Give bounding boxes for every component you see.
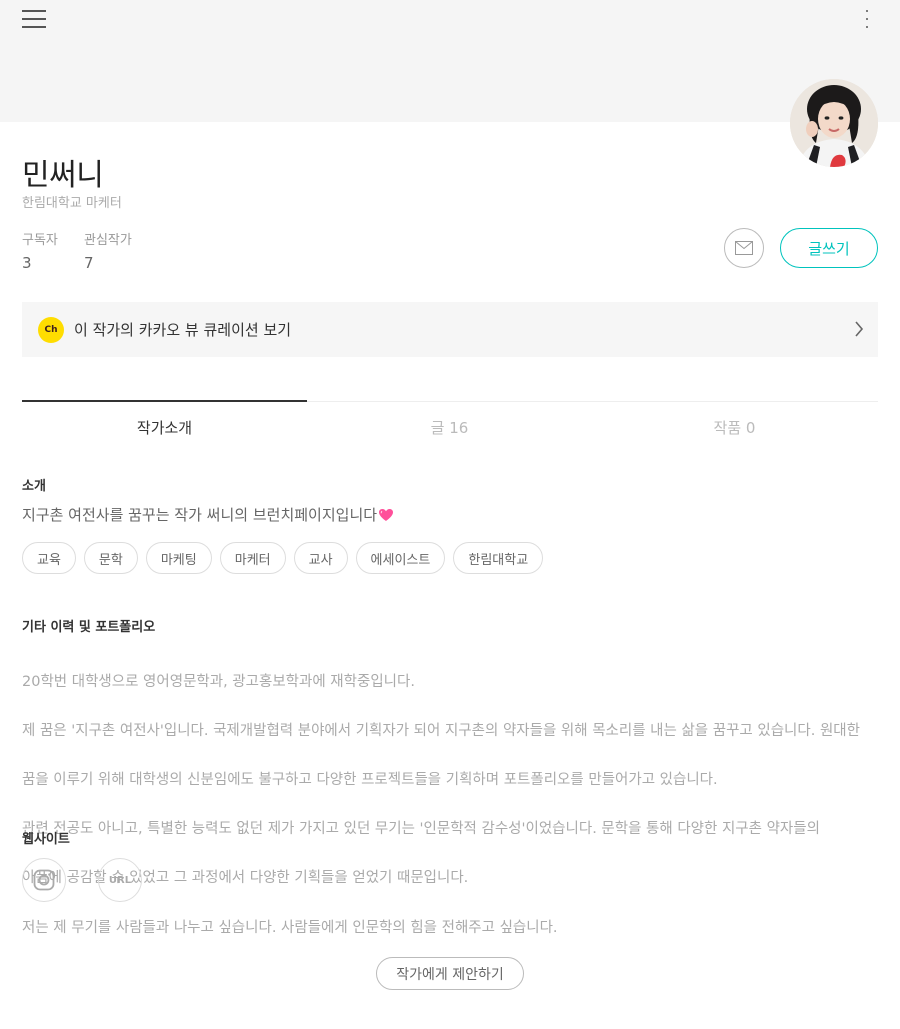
history-line: 저는 제 무기를 사람들과 나누고 싶습니다. 사람들에게 인문학의 힘을 전해… xyxy=(22,919,558,936)
tag-literature[interactable]: 문학 xyxy=(83,542,138,574)
suggest-to-author-button[interactable]: 작가에게 제안하기 xyxy=(376,957,524,990)
instagram-link[interactable] xyxy=(22,858,66,902)
subscribers-label: 구독자 xyxy=(22,233,58,248)
tag-essayist[interactable]: 에세이스트 xyxy=(355,542,446,574)
instagram-icon xyxy=(33,869,55,891)
tab-posts[interactable]: 글 16 xyxy=(307,417,592,438)
history-line: 꿈을 이루기 위해 대학생의 신분임에도 불구하고 다양한 프로젝트들을 기획하… xyxy=(22,771,718,788)
history-line: 관련 전공도 아니고, 특별한 능력도 없던 제가 가지고 있던 무기는 '인문… xyxy=(22,821,820,838)
website-section-title: 웹사이트 xyxy=(22,832,70,847)
heart-emoji-icon xyxy=(379,509,394,521)
more-vertical-icon[interactable] xyxy=(862,8,872,30)
subscribers-stat[interactable]: 구독자 3 xyxy=(22,229,58,272)
intro-text-line: 지구촌 여전사를 꿈꾸는 작가 써니의 브런치페이지입니다 xyxy=(22,504,394,525)
subscribers-count: 3 xyxy=(22,254,32,272)
tag-marketing[interactable]: 마케팅 xyxy=(145,542,212,574)
tag-hallym-university[interactable]: 한림대학교 xyxy=(453,542,544,574)
avatar[interactable] xyxy=(790,79,878,167)
author-job: 한림대학교 마케터 xyxy=(22,196,122,211)
intro-text: 지구촌 여전사를 꿈꾸는 작가 써니의 브런치페이지입니다 xyxy=(22,506,378,524)
history-section-title: 기타 이력 및 포트폴리오 xyxy=(22,620,156,635)
history-line: 아픔에 공감할 수 있었고 그 과정에서 다양한 기획들을 얻었기 때문입니다. xyxy=(22,870,469,887)
kakao-view-banner[interactable]: Ch 이 작가의 카카오 뷰 큐레이션 보기 xyxy=(22,302,878,357)
history-text: 20학번 대학생으로 영어영문학과, 광고홍보학과에 재학중입니다. 제 꿈은 … xyxy=(22,645,882,965)
history-line: 20학번 대학생으로 영어영문학과, 광고홍보학과에 재학중입니다. xyxy=(22,673,415,690)
active-tab-indicator xyxy=(22,400,307,402)
intro-section-title: 소개 xyxy=(22,479,46,494)
following-label: 관심작가 xyxy=(84,233,132,248)
author-name: 민써니 xyxy=(22,158,104,193)
url-link[interactable]: URL xyxy=(98,858,142,902)
keyword-tags: 교육 문학 마케팅 마케터 교사 에세이스트 한림대학교 xyxy=(22,542,551,574)
tab-works[interactable]: 작품 0 xyxy=(592,417,877,438)
following-count: 7 xyxy=(84,254,94,272)
tag-teacher[interactable]: 교사 xyxy=(293,542,348,574)
chevron-right-icon xyxy=(855,321,864,337)
history-line: 제 꿈은 '지구촌 여전사'입니다. 국제개발협력 분야에서 기획자가 되어 지… xyxy=(22,722,860,739)
write-button[interactable]: 글쓰기 xyxy=(780,228,878,268)
hamburger-menu-icon[interactable] xyxy=(22,10,46,28)
mail-icon xyxy=(735,241,753,255)
url-icon: URL xyxy=(108,874,132,886)
kakao-view-label: 이 작가의 카카오 뷰 큐레이션 보기 xyxy=(74,321,292,339)
following-stat[interactable]: 관심작가 7 xyxy=(84,229,132,272)
tag-marketer[interactable]: 마케터 xyxy=(219,542,286,574)
message-button[interactable] xyxy=(724,228,764,268)
tab-author-intro[interactable]: 작가소개 xyxy=(22,417,307,438)
tag-education[interactable]: 교육 xyxy=(22,542,76,574)
kakao-channel-icon: Ch xyxy=(38,316,64,343)
cover-area xyxy=(0,0,900,122)
